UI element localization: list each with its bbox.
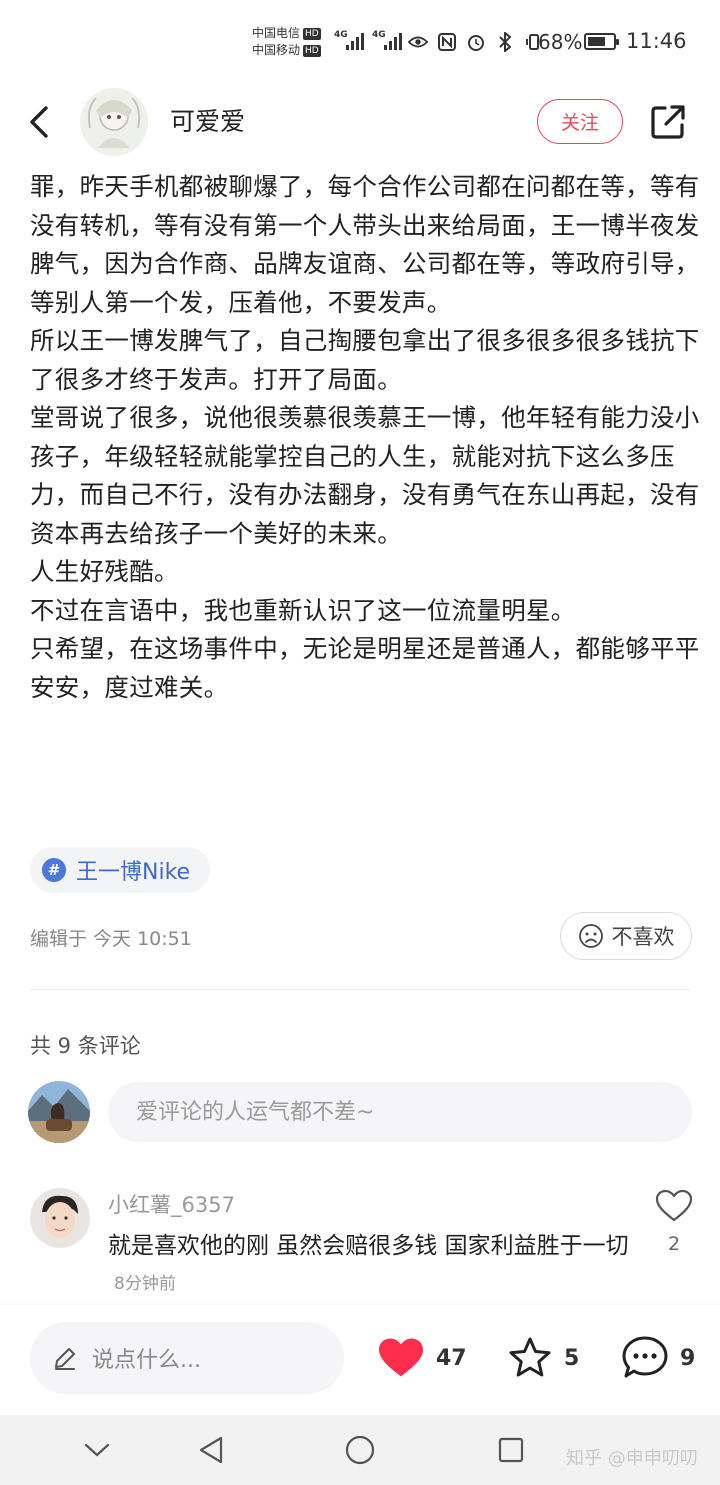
nav-collapse-button[interactable] — [80, 1433, 114, 1467]
nav-recents-button[interactable] — [494, 1433, 528, 1467]
comment-text: 就是喜欢他的刚 虽然会赔很多钱 国家利益胜于一切 8分钟前 — [108, 1228, 638, 1302]
heart-outline-icon — [655, 1189, 693, 1222]
nav-back-button[interactable] — [194, 1433, 228, 1467]
commenter-avatar[interactable] — [30, 1188, 90, 1248]
comment-bubble-icon — [622, 1336, 668, 1378]
signal-icon — [384, 30, 402, 50]
sad-face-icon — [578, 924, 603, 948]
carrier-2: 中国移动 — [252, 43, 301, 57]
paragraph: 不过在言语中，我也重新认识了这一位流量明星。 — [30, 595, 576, 625]
my-avatar — [28, 1081, 90, 1143]
carrier-info: 中国电信 HD 中国移动 HD — [252, 25, 321, 59]
paragraph: 只希望，在这场事件中，无论是明星还是普通人，都能够平平安安，度过难关。 — [30, 634, 700, 702]
like-count: 47 — [436, 1345, 467, 1371]
comment-body: 就是喜欢他的刚 虽然会赔很多钱 国家利益胜于一切 — [108, 1233, 629, 1259]
comment-like-count: 2 — [668, 1233, 681, 1255]
eye-icon — [408, 32, 428, 52]
heart-filled-icon — [379, 1338, 423, 1377]
system-nav-bar: 知乎 @申申叨叨 — [0, 1415, 720, 1485]
post-header: 可爱爱 关注 — [0, 82, 720, 162]
chevron-down-icon — [84, 1443, 110, 1457]
author-name[interactable]: 可爱爱 — [170, 102, 245, 138]
battery-icon — [584, 33, 619, 50]
say-something-placeholder: 说点什么... — [92, 1348, 201, 1373]
comment-count: 共 9 条评论 — [30, 1034, 141, 1058]
status-bar: 中国电信 HD 中国移动 HD 4G 4G 68% 11:46 — [0, 0, 720, 82]
paragraph: 罪，昨天手机都被聊爆了，每个合作公司都在问都在等，等有没有转机，等有没有第一个人… — [30, 172, 700, 317]
edit-time: 编辑于 今天 10:51 — [30, 928, 192, 950]
divider — [30, 989, 690, 990]
pencil-icon — [55, 1348, 75, 1370]
topic-label: 王一博Nike — [76, 860, 191, 885]
circle-home-icon — [345, 1435, 375, 1465]
star-outline-icon — [509, 1337, 551, 1377]
say-something-input[interactable]: 说点什么... — [30, 1322, 344, 1394]
topic-tag[interactable]: # 王一博Nike — [30, 847, 211, 893]
comments-count: 9 — [680, 1345, 696, 1371]
nav-home-button[interactable] — [343, 1433, 377, 1467]
commenter-name[interactable]: 小红薯_6357 — [108, 1189, 235, 1219]
watermark: 知乎 @申申叨叨 — [566, 1448, 698, 1469]
hashtag-icon: # — [42, 858, 66, 882]
post-body: 罪，昨天手机都被聊爆了，每个合作公司都在问都在等，等有没有转机，等有没有第一个人… — [30, 168, 700, 707]
alarm-icon — [466, 32, 486, 52]
bluetooth-icon — [495, 32, 515, 52]
clock: 11:46 — [626, 29, 687, 53]
nfc-icon — [437, 32, 457, 52]
paragraph: 所以王一博发脾气了，自己掏腰包拿出了很多很多很多钱抗下了很多才终于发声。打开了局… — [30, 326, 700, 394]
dislike-label: 不喜欢 — [611, 925, 675, 949]
favorite-count: 5 — [564, 1345, 580, 1371]
square-recents-icon — [498, 1437, 524, 1463]
comment-time: 8分钟前 — [114, 1274, 176, 1294]
paragraph: 堂哥说了很多，说他很羡慕很羡慕王一博，他年轻有能力没小孩子，年级轻轻就能掌控自己… — [30, 403, 700, 548]
comment-like-button[interactable] — [654, 1188, 694, 1224]
share-button[interactable] — [648, 102, 688, 142]
bottom-action-bar: 说点什么... 47 5 9 — [0, 1305, 720, 1415]
back-arrow-icon — [30, 106, 48, 138]
battery-percent: 68% — [538, 30, 583, 54]
share-icon — [651, 105, 685, 139]
hd-badge: HD — [303, 45, 321, 57]
back-button[interactable] — [24, 102, 54, 142]
triangle-back-icon — [199, 1436, 223, 1464]
dislike-button[interactable]: 不喜欢 — [560, 912, 692, 960]
hd-badge: HD — [303, 28, 321, 40]
comments-button[interactable]: 9 — [620, 1333, 695, 1383]
follow-button[interactable]: 关注 — [537, 99, 623, 144]
author-avatar[interactable] — [80, 88, 148, 156]
favorite-button[interactable]: 5 — [506, 1333, 579, 1383]
paragraph: 人生好残酷。 — [30, 557, 179, 586]
like-button[interactable]: 47 — [376, 1333, 467, 1383]
signal-icon — [346, 30, 364, 50]
comment-input[interactable] — [108, 1082, 692, 1142]
carrier-1: 中国电信 — [252, 26, 301, 40]
